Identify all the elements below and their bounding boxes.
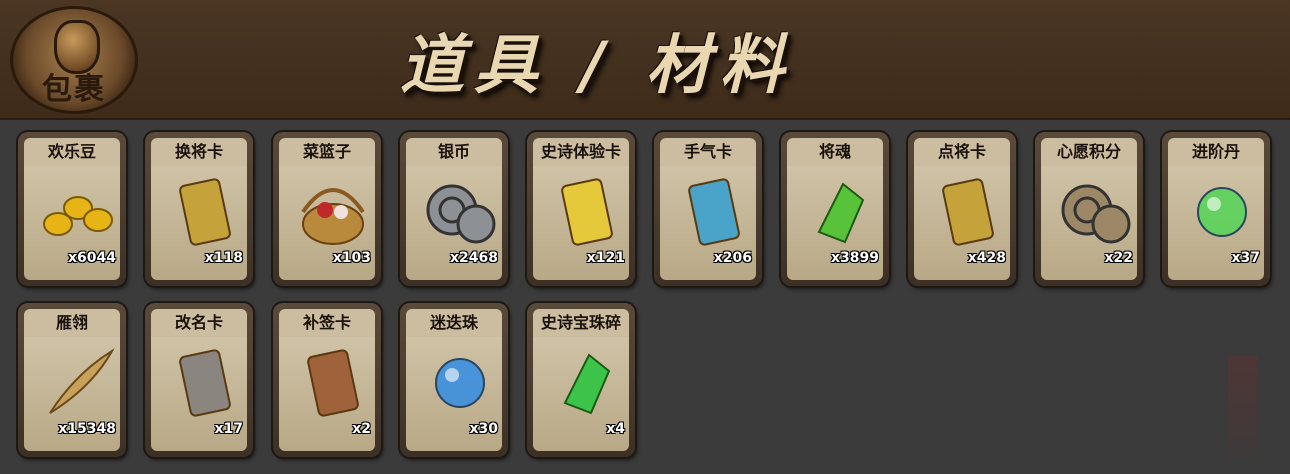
item-count: x37	[1231, 250, 1260, 266]
item-name: 史诗宝珠碎	[533, 309, 629, 337]
wish-points-coin-icon	[1053, 172, 1137, 252]
item-name: 雁翎	[24, 309, 120, 337]
item-card[interactable]: 心愿积分 x22	[1035, 132, 1143, 286]
item-name: 换将卡	[151, 138, 247, 166]
advance-pill-icon	[1180, 172, 1264, 252]
item-count: x4	[606, 421, 625, 437]
item-card[interactable]: 点将卡 x428	[908, 132, 1016, 286]
item-count: x2468	[450, 250, 498, 266]
item-card[interactable]: 改名卡 x17	[145, 303, 253, 457]
luck-card-icon	[672, 172, 756, 252]
item-name: 将魂	[787, 138, 883, 166]
item-name: 进阶丹	[1168, 138, 1264, 166]
swap-general-card-icon	[163, 172, 247, 252]
item-card[interactable]: 欢乐豆 x6044	[18, 132, 126, 286]
item-count: x22	[1104, 250, 1133, 266]
general-soul-crystal-icon	[799, 172, 883, 252]
item-count: x206	[713, 250, 752, 266]
item-card[interactable]: 进阶丹 x37	[1162, 132, 1270, 286]
item-name: 菜篮子	[279, 138, 375, 166]
item-count: x103	[332, 250, 371, 266]
item-card[interactable]: 换将卡 x118	[145, 132, 253, 286]
epic-gem-shard-icon	[545, 343, 629, 423]
feather-icon	[36, 343, 120, 423]
item-card[interactable]: 雁翎 x15348	[18, 303, 126, 457]
item-name: 迷迭珠	[406, 309, 502, 337]
item-name: 心愿积分	[1041, 138, 1137, 166]
item-card[interactable]: 手气卡 x206	[654, 132, 762, 286]
page-title: 道具 / 材料	[400, 28, 794, 103]
rename-card-icon	[163, 343, 247, 423]
item-count: x3899	[831, 250, 879, 266]
item-count: x15348	[58, 421, 116, 437]
gold-beans-icon	[36, 172, 120, 252]
item-count: x17	[214, 421, 243, 437]
item-name: 史诗体验卡	[533, 138, 629, 166]
item-count: x2	[352, 421, 371, 437]
ember-decoration	[1228, 356, 1258, 456]
item-count: x6044	[68, 250, 116, 266]
item-card[interactable]: 菜篮子 x103	[273, 132, 381, 286]
item-count: x428	[967, 250, 1006, 266]
item-name: 银币	[406, 138, 502, 166]
silver-coins-icon	[418, 172, 502, 252]
bag-button[interactable]: 包裹	[10, 6, 138, 114]
item-name: 欢乐豆	[24, 138, 120, 166]
item-card[interactable]: 史诗宝珠碎 x4	[527, 303, 635, 457]
pick-general-card-icon	[926, 172, 1010, 252]
bag-label: 包裹	[42, 72, 106, 107]
item-name: 补签卡	[279, 309, 375, 337]
item-name: 手气卡	[660, 138, 756, 166]
blue-orb-icon	[418, 343, 502, 423]
epic-trial-card-icon	[545, 172, 629, 252]
item-count: x121	[586, 250, 625, 266]
item-count: x118	[204, 250, 243, 266]
item-card[interactable]: 补签卡 x2	[273, 303, 381, 457]
item-name: 改名卡	[151, 309, 247, 337]
makeup-sign-card-icon	[291, 343, 375, 423]
item-name: 点将卡	[914, 138, 1010, 166]
item-card[interactable]: 将魂 x3899	[781, 132, 889, 286]
vegetable-basket-icon	[291, 172, 375, 252]
item-card[interactable]: 史诗体验卡 x121	[527, 132, 635, 286]
item-card[interactable]: 银币 x2468	[400, 132, 508, 286]
item-count: x30	[469, 421, 498, 437]
item-card[interactable]: 迷迭珠 x30	[400, 303, 508, 457]
header-bar: 包裹 道具 / 材料	[0, 0, 1290, 120]
